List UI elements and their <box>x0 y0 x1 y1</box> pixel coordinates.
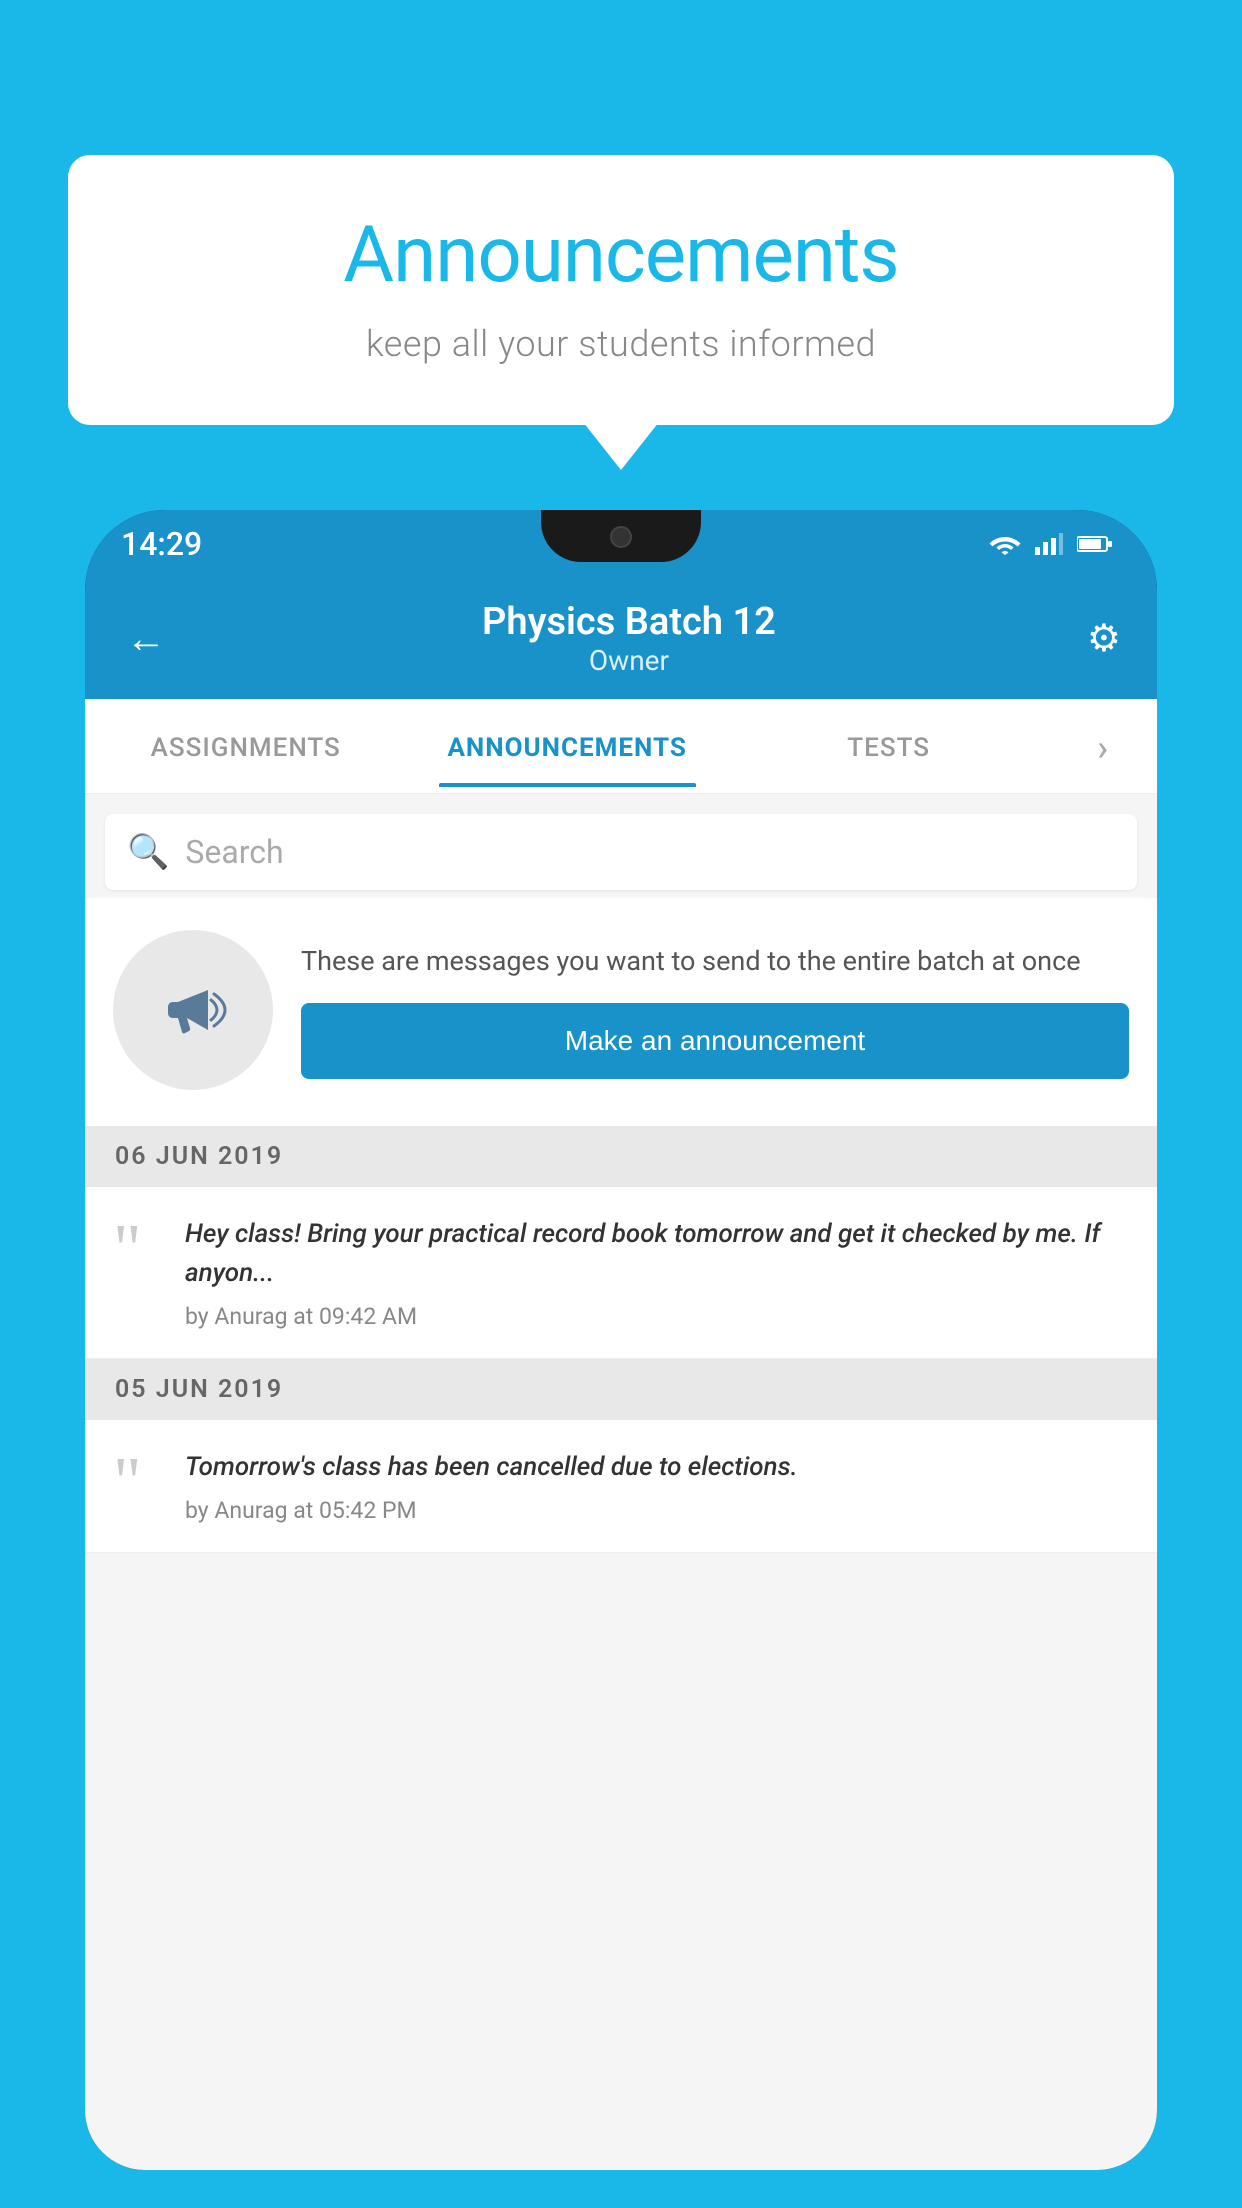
megaphone-icon <box>153 970 233 1050</box>
wifi-icon <box>989 533 1021 555</box>
quote-icon-2: " <box>113 1458 163 1507</box>
search-placeholder: Search <box>185 833 283 871</box>
announcement-text-1: Hey class! Bring your practical record b… <box>185 1215 1129 1293</box>
announcement-promo: These are messages you want to send to t… <box>85 898 1157 1126</box>
bubble-subtitle: keep all your students informed <box>118 323 1124 365</box>
tabs-bar: ASSIGNMENTS ANNOUNCEMENTS TESTS › <box>85 699 1157 794</box>
phone-frame: 14:29 <box>85 510 1157 2170</box>
tab-tests[interactable]: TESTS <box>728 705 1049 787</box>
owner-role: Owner <box>482 644 776 677</box>
battery-icon <box>1077 535 1113 553</box>
date-divider-1: 06 JUN 2019 <box>85 1126 1157 1187</box>
speech-bubble: Announcements keep all your students inf… <box>68 155 1174 425</box>
speech-bubble-container: Announcements keep all your students inf… <box>68 155 1174 425</box>
bubble-title: Announcements <box>118 210 1124 301</box>
tab-assignments[interactable]: ASSIGNMENTS <box>85 705 406 787</box>
back-button[interactable]: ← <box>121 610 171 667</box>
header-center: Physics Batch 12 Owner <box>482 600 776 677</box>
promo-right: These are messages you want to send to t… <box>301 941 1129 1080</box>
search-bar[interactable]: 🔍 Search <box>105 814 1137 890</box>
status-icons <box>989 533 1113 555</box>
phone-frame-wrap: 14:29 <box>85 510 1157 2208</box>
tab-announcements[interactable]: ANNOUNCEMENTS <box>406 705 727 787</box>
phone-notch <box>541 510 701 562</box>
announcement-meta-2: by Anurag at 05:42 PM <box>185 1497 1129 1524</box>
date-divider-2: 05 JUN 2019 <box>85 1359 1157 1420</box>
announcement-content-2: Tomorrow's class has been cancelled due … <box>185 1448 1129 1524</box>
make-announcement-button[interactable]: Make an announcement <box>301 1003 1129 1079</box>
announcement-meta-1: by Anurag at 09:42 AM <box>185 1303 1129 1330</box>
announcement-item-2[interactable]: " Tomorrow's class has been cancelled du… <box>85 1420 1157 1553</box>
tab-more[interactable]: › <box>1049 699 1157 793</box>
search-icon: 🔍 <box>127 832 169 872</box>
phone-screen: 14:29 <box>85 510 1157 2170</box>
settings-icon[interactable]: ⚙ <box>1087 616 1121 661</box>
app-header: ← Physics Batch 12 Owner ⚙ <box>85 578 1157 699</box>
promo-description: These are messages you want to send to t… <box>301 941 1129 982</box>
status-time: 14:29 <box>121 525 202 563</box>
promo-icon-circle <box>113 930 273 1090</box>
signal-icon <box>1035 533 1063 555</box>
announcement-text-2: Tomorrow's class has been cancelled due … <box>185 1448 1129 1487</box>
quote-icon-1: " <box>113 1225 163 1274</box>
batch-name: Physics Batch 12 <box>482 600 776 644</box>
announcement-item-1[interactable]: " Hey class! Bring your practical record… <box>85 1187 1157 1359</box>
phone-content: 🔍 Search These are messages you want to … <box>85 794 1157 2170</box>
announcement-content-1: Hey class! Bring your practical record b… <box>185 1215 1129 1330</box>
front-camera <box>610 526 632 548</box>
